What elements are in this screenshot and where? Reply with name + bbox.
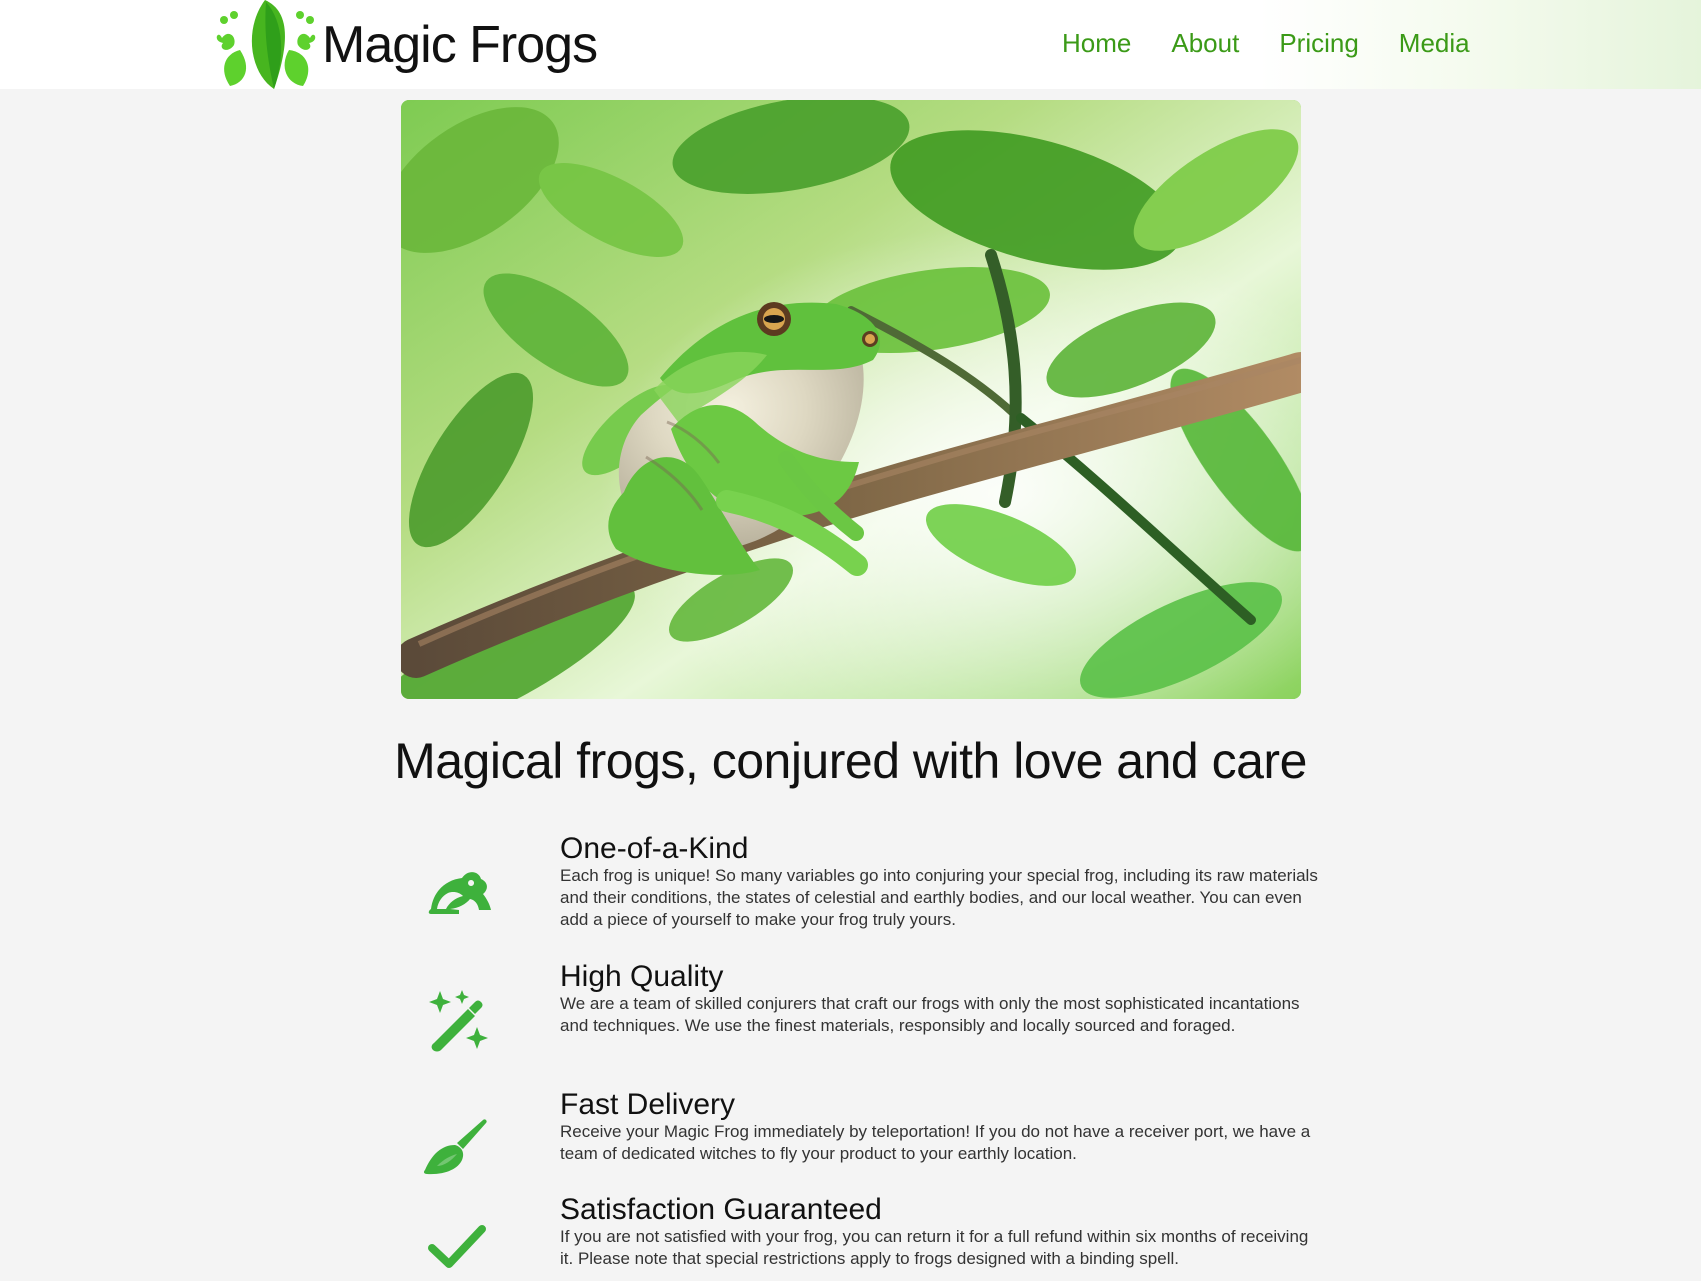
main-nav: Home About Pricing Media [1062,27,1470,59]
magic-wand-icon [420,982,492,1054]
frog-icon [420,855,492,927]
nav-media-link[interactable]: Media [1399,27,1470,59]
main-headline: Magical frogs, conjured with love and ca… [394,733,1307,789]
hero-frog-image [401,100,1301,699]
feature-title: One-of-a-Kind [560,832,749,865]
check-icon [420,1209,492,1281]
nav-about-link[interactable]: About [1171,27,1239,59]
brand-home-link[interactable]: Magic Frogs [216,0,598,89]
feature-description: If you are not satisfied with your frog,… [560,1227,1309,1268]
top-navigation: Magic Frogs Home About Pricing Media [0,0,1701,89]
feature-title: Satisfaction Guaranteed [560,1193,882,1226]
feature-description: Each frog is unique! So many variables g… [560,866,1318,929]
feature-one-of-a-kind: One-of-a-Kind Each frog is unique! So ma… [410,831,1318,941]
feature-description: We are a team of skilled conjurers that … [560,994,1300,1035]
frog-leaf-logo-icon [216,0,316,89]
feature-description: Receive your Magic Frog immediately by t… [560,1122,1311,1163]
hero-frog-illustration [401,100,1301,699]
nav-home-link[interactable]: Home [1062,27,1131,59]
feature-title: High Quality [560,960,724,993]
broom-icon [420,1110,492,1182]
nav-pricing-link[interactable]: Pricing [1279,27,1358,59]
brand-title: Magic Frogs [322,15,598,74]
feature-high-quality: High Quality We are a team of skilled co… [410,959,1310,1069]
feature-satisfaction-guaranteed: Satisfaction Guaranteed If you are not s… [410,1192,1310,1272]
feature-title: Fast Delivery [560,1088,736,1121]
feature-fast-delivery: Fast Delivery Receive your Magic Frog im… [410,1087,1310,1177]
